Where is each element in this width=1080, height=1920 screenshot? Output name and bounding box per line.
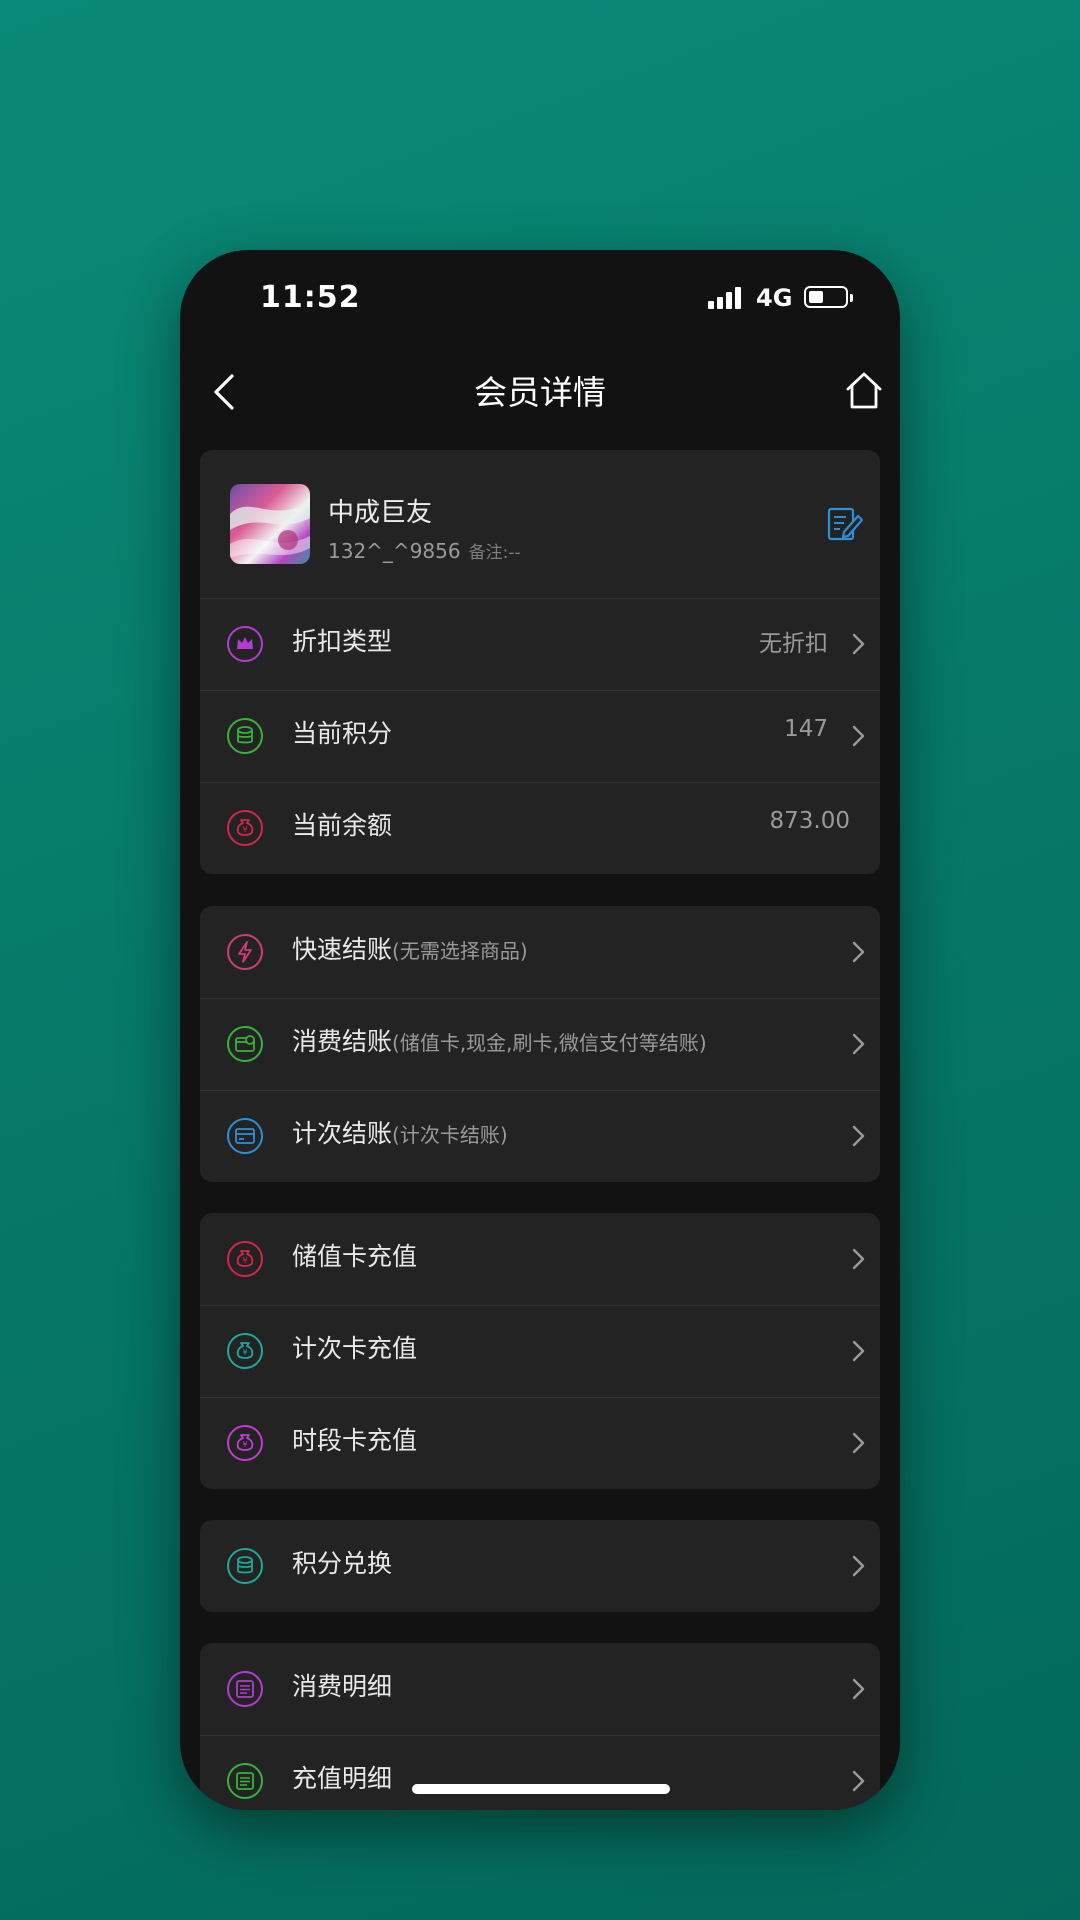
chevron-right-icon bbox=[852, 1125, 865, 1147]
chevron-right-icon bbox=[852, 1033, 865, 1055]
list-icon bbox=[227, 1671, 263, 1707]
status-time: 11:52 bbox=[260, 280, 361, 315]
wallet-icon bbox=[227, 1026, 263, 1062]
home-icon[interactable] bbox=[844, 368, 884, 412]
member-info-card: 中成巨友 132^_^9856 备注:-- 折扣类型 无折扣 当前积分 147 … bbox=[200, 450, 880, 874]
chevron-right-icon bbox=[852, 1248, 865, 1270]
status-bar: 11:52 4G bbox=[180, 250, 900, 340]
network-type: 4G bbox=[756, 284, 793, 312]
row-value: 无折扣 bbox=[759, 631, 828, 657]
row-value: 873.00 bbox=[769, 808, 850, 834]
chevron-right-icon bbox=[852, 725, 865, 747]
svg-text:¥: ¥ bbox=[242, 1348, 247, 1357]
row-label: 储值卡充值 bbox=[292, 1242, 418, 1271]
member-name: 中成巨友 bbox=[328, 498, 433, 528]
row-label: 折扣类型 bbox=[292, 627, 393, 656]
battery-icon bbox=[804, 286, 853, 308]
card-icon bbox=[227, 1118, 263, 1154]
row-sublabel: (储值卡,现金,刷卡,微信支付等结账) bbox=[392, 1031, 707, 1055]
money-bag-icon: ¥ bbox=[227, 1333, 263, 1369]
row-label: 积分兑换 bbox=[292, 1549, 393, 1578]
row-label: 时段卡充值 bbox=[292, 1426, 418, 1455]
row-discount-type[interactable]: 折扣类型 无折扣 bbox=[200, 598, 880, 690]
row-label: 当前余额 bbox=[292, 811, 393, 840]
row-consume-details[interactable]: 消费明细 bbox=[200, 1643, 880, 1735]
chevron-right-icon bbox=[852, 633, 865, 655]
phone-screen: 11:52 4G 会员详情 中成巨友 132^_^9856 备注:-- 折扣类型… bbox=[180, 250, 900, 1810]
row-label: 当前积分 bbox=[292, 719, 393, 748]
coins-icon bbox=[227, 718, 263, 754]
row-label: 计次卡充值 bbox=[292, 1334, 418, 1363]
edit-icon[interactable] bbox=[824, 504, 864, 544]
row-current-balance: ¥ 当前余额 873.00 bbox=[200, 782, 880, 874]
money-bag-icon: ¥ bbox=[227, 1241, 263, 1277]
row-sublabel: (计次卡结账) bbox=[392, 1123, 508, 1147]
chevron-right-icon bbox=[852, 1432, 865, 1454]
row-points-exchange[interactable]: 积分兑换 bbox=[200, 1520, 880, 1612]
chevron-right-icon bbox=[852, 1678, 865, 1700]
row-label: 充值明细 bbox=[292, 1764, 393, 1793]
coins-icon bbox=[227, 1548, 263, 1584]
row-recharge-details[interactable]: 充值明细 bbox=[200, 1735, 880, 1810]
crown-icon bbox=[227, 626, 263, 662]
chevron-right-icon bbox=[852, 1340, 865, 1362]
row-count-checkout[interactable]: 计次结账(计次卡结账) bbox=[200, 1090, 880, 1182]
svg-text:¥: ¥ bbox=[242, 1440, 247, 1449]
points-exchange-card: 积分兑换 bbox=[200, 1520, 880, 1612]
chevron-right-icon bbox=[852, 1555, 865, 1577]
svg-text:¥: ¥ bbox=[242, 825, 247, 834]
nav-bar: 会员详情 bbox=[180, 340, 900, 440]
member-profile: 中成巨友 132^_^9856 备注:-- bbox=[200, 450, 880, 598]
signal-icon bbox=[708, 287, 744, 309]
chevron-right-icon bbox=[852, 941, 865, 963]
member-phone-number: 132^_^9856 bbox=[328, 539, 461, 563]
page-title: 会员详情 bbox=[474, 373, 606, 412]
checkout-card: 快速结账(无需选择商品) 消费结账(储值卡,现金,刷卡,微信支付等结账) 计次结 bbox=[200, 906, 880, 1182]
list-icon bbox=[227, 1763, 263, 1799]
lightning-icon bbox=[227, 934, 263, 970]
row-label: 消费结账(储值卡,现金,刷卡,微信支付等结账) bbox=[292, 1027, 707, 1056]
recharge-card: ¥ 储值卡充值 ¥ 计次卡充值 ¥ 时段卡充值 bbox=[200, 1213, 880, 1489]
chevron-right-icon bbox=[852, 1770, 865, 1792]
row-label: 快速结账(无需选择商品) bbox=[292, 935, 528, 964]
row-stored-card-recharge[interactable]: ¥ 储值卡充值 bbox=[200, 1213, 880, 1305]
row-current-points[interactable]: 当前积分 147 bbox=[200, 690, 880, 782]
row-quick-checkout[interactable]: 快速结账(无需选择商品) bbox=[200, 906, 880, 998]
money-bag-icon: ¥ bbox=[227, 1425, 263, 1461]
avatar bbox=[230, 484, 310, 564]
svg-text:¥: ¥ bbox=[242, 1256, 247, 1265]
member-note: 备注:-- bbox=[468, 543, 521, 563]
row-consume-checkout[interactable]: 消费结账(储值卡,现金,刷卡,微信支付等结账) bbox=[200, 998, 880, 1090]
row-label: 消费明细 bbox=[292, 1672, 393, 1701]
row-period-card-recharge[interactable]: ¥ 时段卡充值 bbox=[200, 1397, 880, 1489]
row-value: 147 bbox=[784, 716, 828, 742]
member-phone: 132^_^9856 备注:-- bbox=[328, 538, 521, 563]
home-indicator[interactable] bbox=[412, 1784, 670, 1794]
row-sublabel: (无需选择商品) bbox=[392, 939, 528, 963]
row-label: 计次结账(计次卡结账) bbox=[292, 1119, 508, 1148]
money-bag-icon: ¥ bbox=[227, 810, 263, 846]
row-count-card-recharge[interactable]: ¥ 计次卡充值 bbox=[200, 1305, 880, 1397]
